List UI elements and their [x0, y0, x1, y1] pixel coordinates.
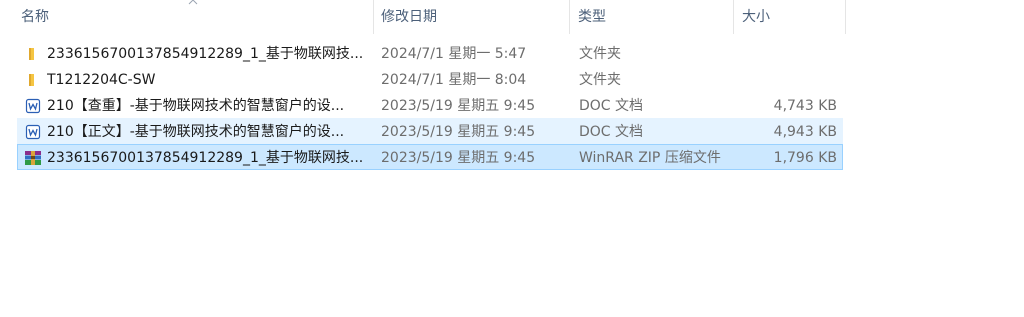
- file-date: 2024/7/1 星期一 8:04: [381, 72, 527, 88]
- file-name: T1212204C-SW: [47, 72, 156, 88]
- file-size: 4,743 KB: [773, 98, 837, 114]
- file-row[interactable]: 210【查重】-基于物联网技术的智慧窗户的设... 2023/5/19 星期五 …: [17, 92, 843, 118]
- winrar-archive-icon: [24, 145, 42, 171]
- file-date: 2023/5/19 星期五 9:45: [381, 98, 536, 114]
- column-header-type[interactable]: 类型: [574, 0, 734, 34]
- file-date: 2024/7/1 星期一 5:47: [381, 46, 527, 62]
- folder-icon: [24, 41, 42, 67]
- column-header-bar: 名称 修改日期 类型 大小: [0, 0, 1024, 34]
- file-row[interactable]: T1212204C-SW 2024/7/1 星期一 8:04 文件夹: [17, 66, 843, 92]
- file-size: 4,943 KB: [773, 124, 837, 140]
- file-name: 2336156700137854912289_1_基于物联网技...: [47, 46, 364, 62]
- file-size: [712, 41, 837, 67]
- file-list: 2336156700137854912289_1_基于物联网技... 2024/…: [17, 40, 843, 170]
- word-doc-icon: [24, 93, 42, 119]
- file-size: [712, 67, 837, 93]
- column-header-size[interactable]: 大小: [738, 0, 846, 34]
- file-date: 2023/5/19 星期五 9:45: [381, 150, 536, 166]
- file-date: 2023/5/19 星期五 9:45: [381, 124, 536, 140]
- file-size: 1,796 KB: [773, 150, 837, 166]
- word-doc-icon: [24, 119, 42, 145]
- file-name: 210【正文】-基于物联网技术的智慧窗户的设...: [47, 124, 345, 140]
- file-row[interactable]: 2336156700137854912289_1_基于物联网技... 2024/…: [17, 40, 843, 66]
- column-header-date[interactable]: 修改日期: [377, 0, 570, 34]
- column-header-name[interactable]: 名称: [17, 0, 374, 34]
- file-row[interactable]: 210【正文】-基于物联网技术的智慧窗户的设... 2023/5/19 星期五 …: [17, 118, 843, 144]
- file-name: 210【查重】-基于物联网技术的智慧窗户的设...: [47, 98, 345, 114]
- file-name: 2336156700137854912289_1_基于物联网技...: [47, 150, 364, 166]
- folder-icon: [24, 67, 42, 93]
- file-row[interactable]: 2336156700137854912289_1_基于物联网技... 2023/…: [17, 144, 843, 170]
